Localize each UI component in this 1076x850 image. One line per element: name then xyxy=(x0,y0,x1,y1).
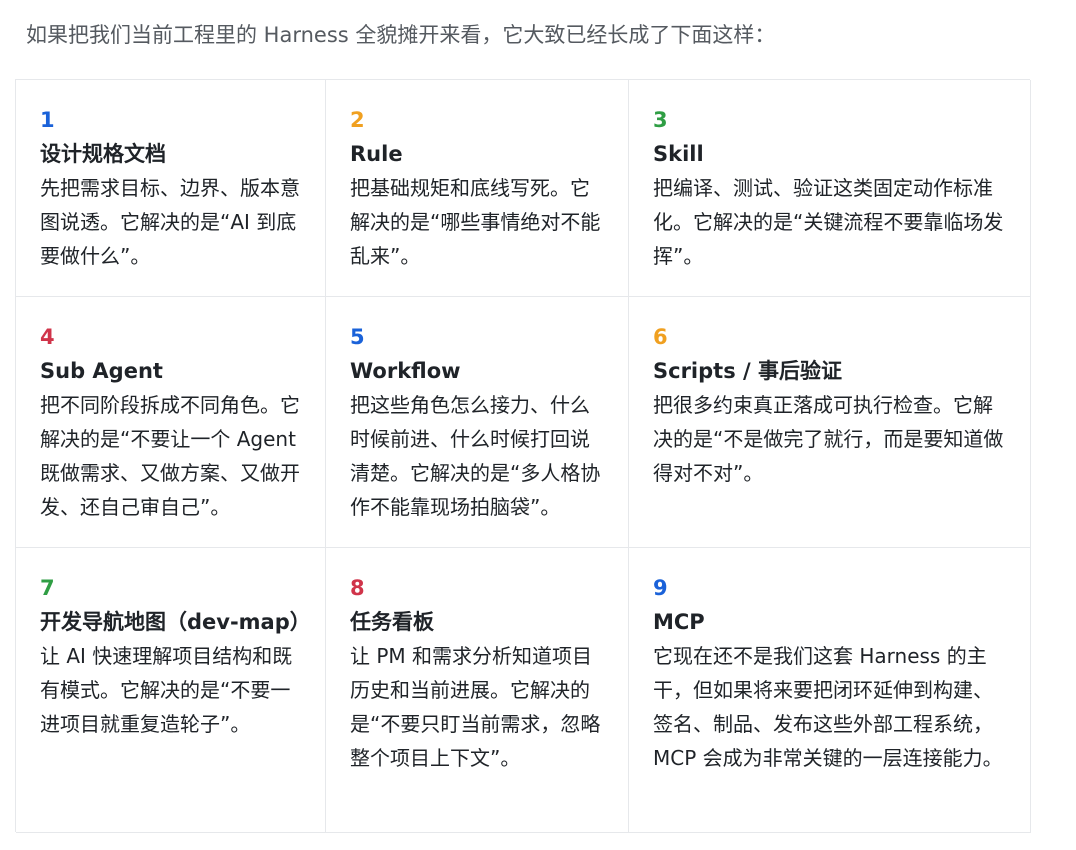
card-number: 1 xyxy=(40,108,55,132)
card-description: 把很多约束真正落成可执行检查。它解决的是“不是做完了就行，而是要知道做得对不对”… xyxy=(653,393,1004,485)
card-number: 4 xyxy=(40,325,55,349)
card-dev-map: 7 开发导航地图（dev-map） 让 AI 快速理解项目结构和既有模式。它解决… xyxy=(16,548,326,833)
card-number: 3 xyxy=(653,108,668,132)
card-number: 9 xyxy=(653,576,668,600)
card-number: 8 xyxy=(350,576,365,600)
card-task-board: 8 任务看板 让 PM 和需求分析知道项目历史和当前进展。它解决的是“不要只盯当… xyxy=(326,548,629,833)
card-title: Workflow xyxy=(350,359,461,383)
card-description: 把基础规矩和底线写死。它解决的是“哪些事情绝对不能乱来”。 xyxy=(350,176,601,268)
card-description: 把这些角色怎么接力、什么时候前进、什么时候打回说清楚。它解决的是“多人格协作不能… xyxy=(350,393,601,519)
card-title: Sub Agent xyxy=(40,359,163,383)
card-description: 把不同阶段拆成不同角色。它解决的是“不要让一个 Agent 既做需求、又做方案、… xyxy=(40,393,300,519)
card-title: 开发导航地图（dev-map） xyxy=(40,610,311,634)
card-title: Skill xyxy=(653,142,704,166)
card-description: 让 PM 和需求分析知道项目历史和当前进展。它解决的是“不要只盯当前需求，忽略整… xyxy=(350,644,601,770)
intro-paragraph: 如果把我们当前工程里的 Harness 全貌摊开来看，它大致已经长成了下面这样： xyxy=(26,23,776,47)
card-description: 它现在还不是我们这套 Harness 的主干，但如果将来要把闭环延伸到构建、签名… xyxy=(653,644,1003,770)
card-scripts: 6 Scripts / 事后验证 把很多约束真正落成可执行检查。它解决的是“不是… xyxy=(629,297,1031,548)
card-description: 先把需求目标、边界、版本意图说透。它解决的是“AI 到底要做什么”。 xyxy=(40,176,300,268)
card-description: 把编译、测试、验证这类固定动作标准化。它解决的是“关键流程不要靠临场发挥”。 xyxy=(653,176,1004,268)
card-title: MCP xyxy=(653,610,705,634)
card-number: 2 xyxy=(350,108,365,132)
card-skill: 3 Skill 把编译、测试、验证这类固定动作标准化。它解决的是“关键流程不要靠… xyxy=(629,80,1031,297)
card-title: Scripts / 事后验证 xyxy=(653,359,842,383)
card-title: 设计规格文档 xyxy=(40,142,166,166)
card-number: 6 xyxy=(653,325,668,349)
card-rule: 2 Rule 把基础规矩和底线写死。它解决的是“哪些事情绝对不能乱来”。 xyxy=(326,80,629,297)
card-title: 任务看板 xyxy=(350,610,434,634)
card-sub-agent: 4 Sub Agent 把不同阶段拆成不同角色。它解决的是“不要让一个 Agen… xyxy=(16,297,326,548)
card-mcp: 9 MCP 它现在还不是我们这套 Harness 的主干，但如果将来要把闭环延伸… xyxy=(629,548,1031,833)
card-number: 5 xyxy=(350,325,365,349)
card-number: 7 xyxy=(40,576,55,600)
card-title: Rule xyxy=(350,142,403,166)
card-design-spec: 1 设计规格文档 先把需求目标、边界、版本意图说透。它解决的是“AI 到底要做什… xyxy=(16,80,326,297)
harness-component-table: 1 设计规格文档 先把需求目标、边界、版本意图说透。它解决的是“AI 到底要做什… xyxy=(15,79,1031,833)
card-description: 让 AI 快速理解项目结构和既有模式。它解决的是“不要一进项目就重复造轮子”。 xyxy=(40,644,293,736)
card-workflow: 5 Workflow 把这些角色怎么接力、什么时候前进、什么时候打回说清楚。它解… xyxy=(326,297,629,548)
